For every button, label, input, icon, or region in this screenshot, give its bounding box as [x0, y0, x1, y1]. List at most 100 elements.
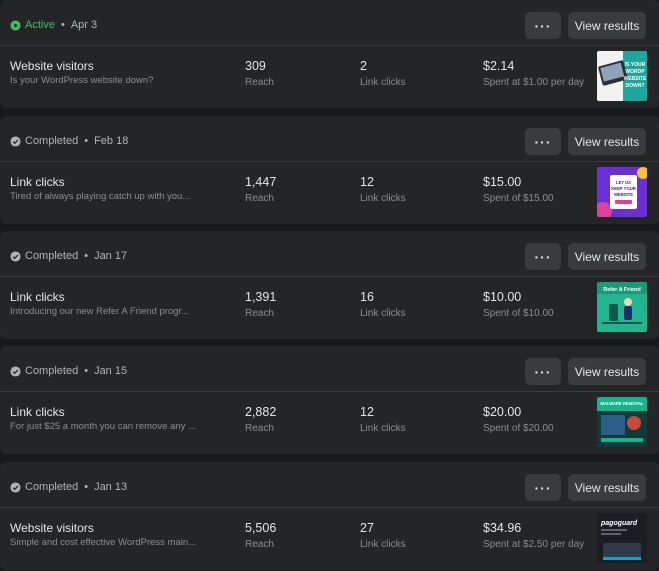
- reach-label: Reach: [245, 77, 274, 88]
- card-header: Active • Apr 3 ··· View results: [0, 0, 659, 46]
- spend-value: $15.00: [483, 175, 522, 189]
- campaign-description: Introducing our new Refer A Friend progr…: [10, 306, 190, 317]
- reach-metric: 5,506 Reach: [245, 521, 276, 550]
- separator-dot: •: [84, 481, 89, 493]
- campaign-objective: Website visitors: [10, 59, 94, 73]
- svg-text:MALWARE REMOVAL: MALWARE REMOVAL: [600, 401, 644, 406]
- spend-value: $10.00: [483, 290, 522, 304]
- card-header: Completed • Feb 18 ··· View results: [0, 116, 659, 162]
- more-options-button[interactable]: ···: [525, 128, 561, 155]
- more-options-button[interactable]: ···: [525, 243, 561, 270]
- check-circle-icon: [10, 481, 21, 493]
- separator-dot: •: [84, 135, 89, 147]
- spend-metric: $34.96 Spent at $2.50 per day: [483, 521, 584, 550]
- status-row: Active • Apr 3: [10, 18, 97, 32]
- svg-text:LET US: LET US: [616, 180, 631, 185]
- results-value: 2: [360, 59, 367, 73]
- results-value: 27: [360, 521, 374, 535]
- more-options-button[interactable]: ···: [525, 358, 561, 385]
- ad-thumbnail[interactable]: Refer A Friend: [597, 282, 647, 332]
- spend-metric: $20.00 Spent of $20.00: [483, 405, 554, 434]
- reach-value: 1,391: [245, 290, 277, 304]
- campaign-objective: Link clicks: [10, 175, 65, 189]
- more-options-button[interactable]: ···: [525, 474, 561, 501]
- view-results-button[interactable]: View results: [568, 243, 646, 270]
- status-date: Jan 13: [94, 481, 128, 493]
- status-row: Completed • Jan 17: [10, 249, 127, 263]
- results-metric: 2 Link clicks: [360, 59, 406, 88]
- spend-label: Spent of $10.00: [483, 308, 554, 319]
- campaign-card: Active • Apr 3 ··· View results Website …: [0, 0, 659, 108]
- results-label: Link clicks: [360, 539, 406, 550]
- status-date: Jan 15: [94, 365, 128, 377]
- results-metric: 16 Link clicks: [360, 290, 406, 319]
- ad-thumbnail[interactable]: IS YOUR WORDP WEBSITE DOWN?: [597, 51, 647, 101]
- more-options-button[interactable]: ···: [525, 12, 561, 39]
- spend-metric: $10.00 Spent of $10.00: [483, 290, 554, 319]
- reach-metric: 309 Reach: [245, 59, 274, 88]
- reach-value: 5,506: [245, 521, 277, 535]
- card-header: Completed • Jan 17 ··· View results: [0, 231, 659, 277]
- status-row: Completed • Jan 13: [10, 480, 127, 494]
- campaign-description: Is your WordPress website down?: [10, 75, 154, 86]
- ad-thumbnail[interactable]: LET US KEEP YOUR WEBSITE: [597, 167, 647, 217]
- spend-metric: $2.14 Spent at $1.00 per day: [483, 59, 584, 88]
- reach-value: 1,447: [245, 175, 277, 189]
- reach-value: 2,882: [245, 405, 277, 419]
- results-label: Link clicks: [360, 308, 406, 319]
- spend-value: $2.14: [483, 59, 515, 73]
- campaign-objective: Link clicks: [10, 290, 65, 304]
- spend-label: Spent at $2.50 per day: [483, 539, 585, 550]
- status-date: Jan 17: [94, 250, 128, 262]
- status-label: Completed: [25, 250, 79, 262]
- status-label: Active: [25, 19, 55, 31]
- reach-label: Reach: [245, 193, 274, 204]
- status-date: Feb 18: [94, 135, 129, 147]
- check-circle-icon: [10, 250, 21, 262]
- view-results-button[interactable]: View results: [568, 12, 646, 39]
- view-results-button[interactable]: View results: [568, 128, 646, 155]
- campaign-description: Simple and cost effective WordPress main…: [10, 537, 197, 548]
- svg-text:DOWN?: DOWN?: [626, 83, 645, 89]
- reach-label: Reach: [245, 308, 274, 319]
- check-circle-icon: [10, 365, 21, 377]
- separator-dot: •: [60, 19, 65, 31]
- reach-label: Reach: [245, 423, 274, 434]
- check-circle-icon: [10, 135, 21, 147]
- results-metric: 12 Link clicks: [360, 405, 406, 434]
- view-results-button[interactable]: View results: [568, 358, 646, 385]
- svg-text:WEBSITE: WEBSITE: [624, 76, 647, 82]
- card-header: Completed • Jan 15 ··· View results: [0, 346, 659, 392]
- campaign-objective: Link clicks: [10, 405, 65, 419]
- ad-thumbnail[interactable]: MALWARE REMOVAL: [597, 397, 647, 447]
- separator-dot: •: [84, 250, 89, 262]
- svg-text:pagoguard: pagoguard: [600, 520, 638, 527]
- separator-dot: •: [84, 365, 89, 377]
- results-metric: 12 Link clicks: [360, 175, 406, 204]
- results-metric: 27 Link clicks: [360, 521, 406, 550]
- spend-value: $20.00: [483, 405, 522, 419]
- results-value: 12: [360, 175, 374, 189]
- reach-metric: 1,447 Reach: [245, 175, 276, 204]
- spend-label: Spent at $1.00 per day: [483, 77, 585, 88]
- reach-metric: 1,391 Reach: [245, 290, 276, 319]
- svg-text:IS YOUR: IS YOUR: [625, 62, 646, 68]
- campaign-card: Completed • Jan 17 ··· View results Link…: [0, 231, 659, 339]
- results-label: Link clicks: [360, 193, 406, 204]
- status-label: Completed: [25, 135, 79, 147]
- campaign-card: Completed • Jan 15 ··· View results Link…: [0, 346, 659, 454]
- status-label: Completed: [25, 481, 79, 493]
- status-label: Completed: [25, 365, 79, 377]
- spend-label: Spent of $20.00: [483, 423, 554, 434]
- status-row: Completed • Jan 15: [10, 364, 127, 378]
- ad-creative-image: Refer A Friend: [597, 282, 647, 332]
- reach-label: Reach: [245, 539, 274, 550]
- results-label: Link clicks: [360, 77, 406, 88]
- campaign-card: Completed • Jan 13 ··· View results Webs…: [0, 462, 659, 570]
- reach-value: 309: [245, 59, 266, 73]
- ad-thumbnail[interactable]: pagoguard: [597, 513, 647, 563]
- view-results-button[interactable]: View results: [568, 474, 646, 501]
- campaign-description: Tired of always playing catch up with yo…: [10, 191, 191, 202]
- results-value: 12: [360, 405, 374, 419]
- results-value: 16: [360, 290, 374, 304]
